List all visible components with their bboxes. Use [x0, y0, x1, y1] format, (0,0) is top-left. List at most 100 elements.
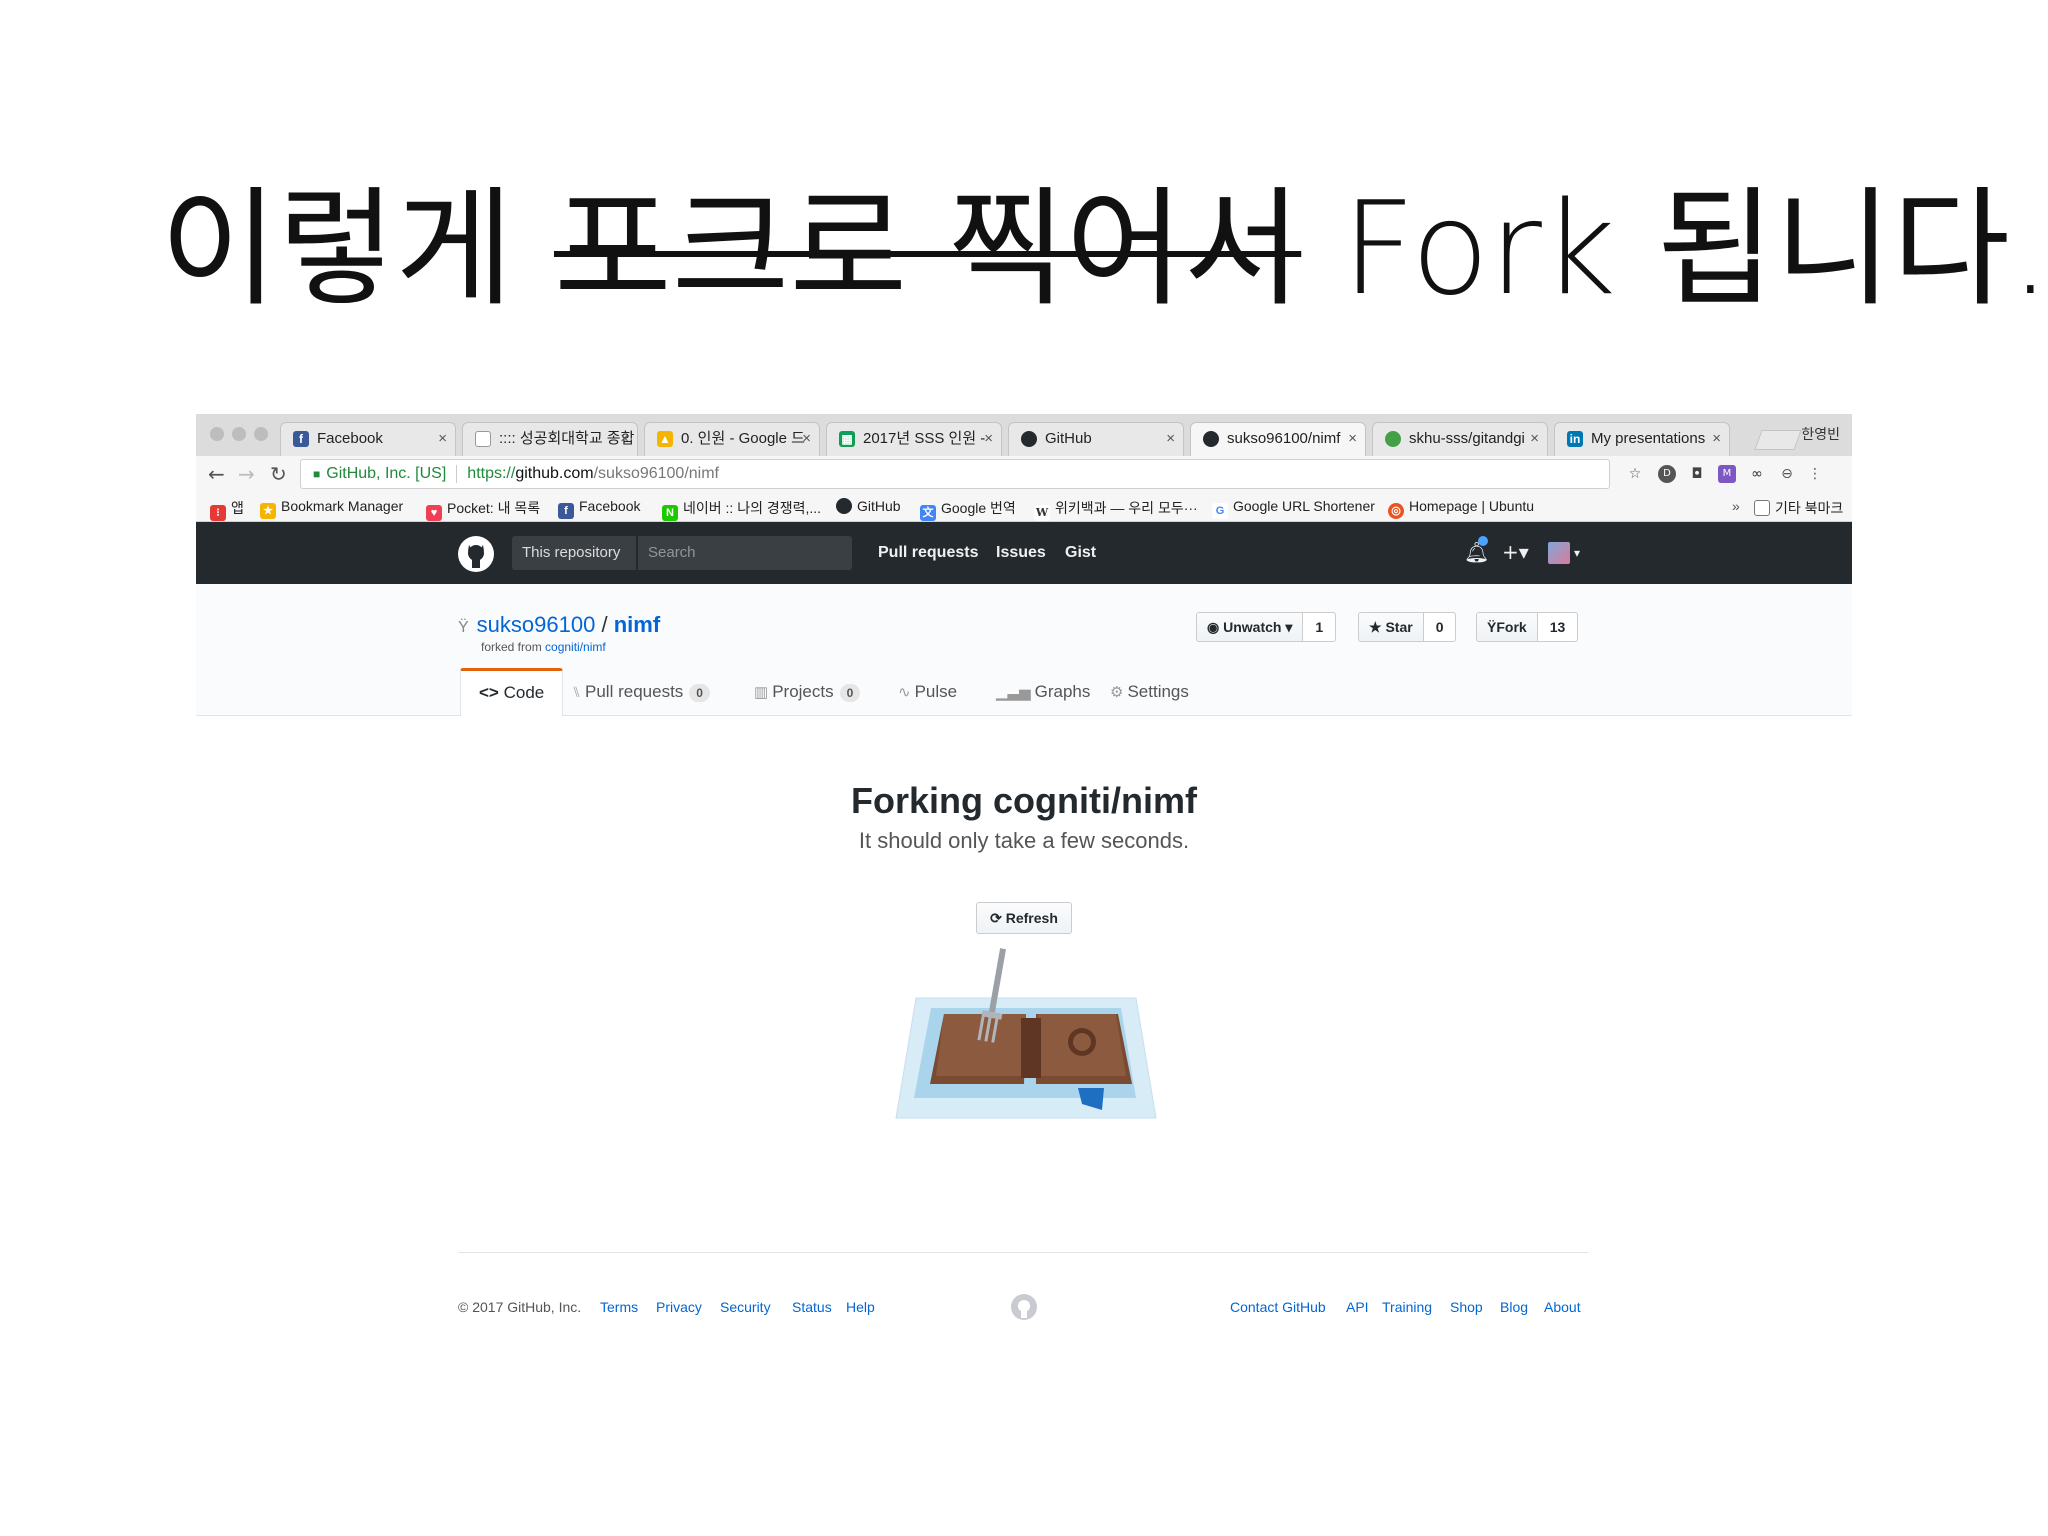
sync-icon[interactable]: ⊖: [1778, 465, 1796, 483]
footer-link-blog[interactable]: Blog: [1500, 1299, 1528, 1315]
tab-projects[interactable]: ▥ Projects 0: [754, 668, 861, 716]
bookmark-google-translate[interactable]: 文 Google 번역: [920, 498, 1016, 521]
bookmarks-overflow[interactable]: »: [1732, 498, 1740, 514]
close-window-icon[interactable]: [210, 427, 224, 441]
reload-icon[interactable]: ↻: [270, 462, 287, 486]
forward-arrow-icon[interactable]: →: [238, 462, 255, 486]
browser-toolbar: ← → ↻ ■ GitHub, Inc. [US] https://github.c…: [196, 456, 1852, 492]
bookmark-manager[interactable]: ★ Bookmark Manager: [260, 498, 403, 519]
bookmark-naver[interactable]: N 네이버 :: 나의 경쟁력,...: [662, 498, 821, 521]
bookmark-wikipedia[interactable]: W 위키백과 — 우리 모두···: [1034, 498, 1198, 521]
bookmark-facebook[interactable]: f Facebook: [558, 498, 640, 519]
tab-label: skhu-sss/gitandgi: [1409, 430, 1525, 447]
bookmark-pocket[interactable]: ♥ Pocket: 내 목록: [426, 498, 540, 521]
extension-icon[interactable]: M: [1718, 465, 1736, 483]
instapaper-icon[interactable]: D: [1658, 465, 1676, 483]
bookmark-apps[interactable]: ⁝ 앱: [210, 498, 244, 521]
footer-link-security[interactable]: Security: [720, 1299, 771, 1315]
forked-from-link[interactable]: cogniti/nimf: [545, 640, 606, 654]
minimize-window-icon[interactable]: [232, 427, 246, 441]
search-input[interactable]: Search: [638, 536, 852, 570]
tab-pulse[interactable]: ∿ Pulse: [898, 668, 957, 716]
repo-name-link[interactable]: nimf: [614, 612, 660, 637]
facebook-icon: f: [558, 503, 574, 519]
close-icon[interactable]: ×: [984, 423, 993, 455]
new-tab-button[interactable]: [1754, 430, 1802, 450]
footer-link-contact[interactable]: Contact GitHub: [1230, 1299, 1326, 1315]
bookmark-label: Pocket: 내 목록: [447, 500, 541, 516]
pocket-icon[interactable]: ◘: [1688, 465, 1706, 483]
tab-presentations[interactable]: in My presentations ×: [1554, 422, 1730, 456]
footer-link-status[interactable]: Status: [792, 1299, 832, 1315]
tab-google-sheets[interactable]: ▦ 2017년 SSS 인원 - ×: [826, 422, 1002, 456]
avatar[interactable]: [1548, 542, 1570, 564]
bookmark-label: 기타 북마크: [1775, 500, 1844, 516]
tab-github[interactable]: GitHub ×: [1008, 422, 1184, 456]
plus-dropdown-icon[interactable]: +▾: [1502, 540, 1529, 564]
url-scheme: https://: [467, 465, 516, 482]
bookmark-google-url-shortener[interactable]: G Google URL Shortener: [1212, 498, 1375, 519]
footer-link-shop[interactable]: Shop: [1450, 1299, 1483, 1315]
address-bar[interactable]: ■ GitHub, Inc. [US] https://github.com/suk…: [300, 459, 1610, 489]
footer-link-terms[interactable]: Terms: [600, 1299, 638, 1315]
footer-link-about[interactable]: About: [1544, 1299, 1581, 1315]
bookmark-github[interactable]: GitHub: [836, 498, 901, 514]
other-bookmarks[interactable]: 기타 북마크: [1754, 498, 1843, 518]
tab-nimf-active[interactable]: sukso96100/nimf ×: [1190, 422, 1366, 457]
apps-icon: ⁝: [210, 505, 226, 521]
tab-code[interactable]: <> Code: [460, 668, 564, 716]
tab-facebook[interactable]: f Facebook ×: [280, 422, 456, 456]
tab-settings[interactable]: ⚙ Settings: [1110, 668, 1189, 716]
close-icon[interactable]: ×: [1348, 423, 1357, 455]
tab-pull-requests[interactable]: ⑊ Pull requests 0: [572, 668, 710, 716]
tab-gitbook[interactable]: skhu-sss/gitandgi ×: [1372, 422, 1548, 456]
close-icon[interactable]: ×: [1712, 423, 1721, 455]
slide-title-post: Fork 됩니다.: [1301, 175, 2048, 324]
fork-count[interactable]: 13: [1537, 612, 1579, 642]
chevron-down-icon[interactable]: ▾: [1574, 546, 1580, 560]
slide-title-strikethrough: 포크로 찍어서: [553, 175, 1302, 324]
watch-count[interactable]: 1: [1303, 612, 1337, 642]
github-logo-icon[interactable]: [458, 536, 494, 572]
close-icon[interactable]: ×: [438, 423, 447, 455]
tab-label: sukso96100/nimf: [1227, 430, 1341, 447]
folder-icon: [1754, 500, 1770, 516]
bookmark-star-icon[interactable]: ☆: [1626, 465, 1644, 483]
watch-button-group: ◉ Unwatch ▾ 1: [1196, 612, 1337, 642]
close-icon[interactable]: ×: [802, 423, 811, 455]
linkedin-icon: in: [1567, 431, 1583, 447]
footer-link-api[interactable]: API: [1346, 1299, 1369, 1315]
maximize-window-icon[interactable]: [254, 427, 268, 441]
pulse-icon: ∿: [898, 684, 911, 701]
tab-skhu[interactable]: :::: 성공회대학교 종합 ×: [462, 422, 638, 456]
search-scope[interactable]: This repository: [512, 536, 636, 570]
repo-owner-link[interactable]: sukso96100: [477, 612, 596, 637]
glasses-icon[interactable]: ∞: [1748, 465, 1766, 483]
tab-google-drive[interactable]: ▲ 0. 인원 - Google 드 ×: [644, 422, 820, 456]
star-button[interactable]: ★ Star: [1358, 612, 1424, 642]
profile-name[interactable]: 한영빈: [1801, 424, 1840, 444]
close-icon[interactable]: ×: [620, 423, 629, 455]
menu-dots-icon[interactable]: ⋮: [1806, 465, 1824, 483]
nav-gist[interactable]: Gist: [1065, 544, 1096, 562]
gear-icon: ⚙: [1110, 684, 1124, 701]
footer-link-privacy[interactable]: Privacy: [656, 1299, 702, 1315]
tab-graphs[interactable]: ▁▃▅ Graphs: [996, 668, 1090, 716]
footer-link-help[interactable]: Help: [846, 1299, 875, 1315]
nav-issues[interactable]: Issues: [996, 544, 1046, 562]
star-count[interactable]: 0: [1423, 612, 1457, 642]
close-icon[interactable]: ×: [1530, 423, 1539, 455]
nav-pull-requests[interactable]: Pull requests: [878, 544, 978, 562]
footer-link-training[interactable]: Training: [1382, 1299, 1432, 1315]
bookmark-ubuntu[interactable]: ◎ Homepage | Ubuntu: [1388, 498, 1534, 519]
fork-button[interactable]: ŸFork: [1476, 612, 1538, 642]
bookmarks-bar: ⁝ 앱 ★ Bookmark Manager ♥ Pocket: 내 목록 f Face…: [196, 492, 1852, 522]
refresh-button[interactable]: ⟳ Refresh: [976, 902, 1072, 934]
back-arrow-icon[interactable]: ←: [208, 462, 225, 486]
star-icon: ★: [260, 503, 276, 519]
unwatch-button[interactable]: ◉ Unwatch ▾: [1196, 612, 1304, 642]
refresh-icon: ⟳: [990, 910, 1006, 926]
tab-label: GitHub: [1045, 430, 1092, 447]
github-footer-logo-icon[interactable]: [1010, 1293, 1038, 1321]
close-icon[interactable]: ×: [1166, 423, 1175, 455]
